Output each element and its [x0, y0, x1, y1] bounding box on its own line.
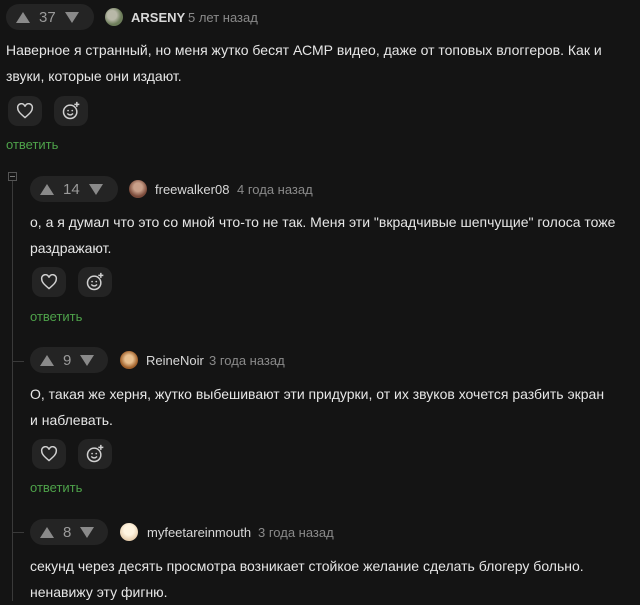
- reply-link[interactable]: ответить: [6, 137, 58, 152]
- avatar[interactable]: [120, 351, 138, 369]
- author-name[interactable]: freewalker08: [155, 182, 229, 197]
- upvote-icon[interactable]: [40, 354, 54, 366]
- like-button[interactable]: [8, 96, 42, 126]
- author-name[interactable]: ReineNoir: [146, 353, 204, 368]
- vote-count: 9: [63, 351, 72, 369]
- reply-link[interactable]: ответить: [30, 480, 82, 495]
- comment-text: О, такая же херня, жутко выбешивают эти …: [30, 386, 605, 428]
- like-button[interactable]: [32, 267, 66, 297]
- vote-control: 14: [30, 176, 118, 202]
- collapse-icon[interactable]: [8, 172, 17, 181]
- author-name[interactable]: myfeetareinmouth: [147, 525, 251, 540]
- thread-branch: [12, 532, 24, 533]
- timestamp[interactable]: 3 года назад: [258, 525, 334, 540]
- thread-line: [12, 180, 13, 601]
- vote-control: 9: [30, 347, 108, 373]
- avatar[interactable]: [129, 180, 147, 198]
- vote-count: 14: [63, 180, 80, 198]
- comment-text: о, а я думал что это со мной что-то не т…: [30, 214, 616, 256]
- reaction-button[interactable]: [54, 96, 88, 126]
- reaction-button[interactable]: [78, 439, 112, 469]
- heart-icon: [40, 446, 58, 462]
- vote-control: 37: [6, 4, 94, 30]
- reaction-button[interactable]: [78, 267, 112, 297]
- comment-text: Наверное я странный, но меня жутко бесят…: [6, 42, 602, 84]
- smile-plus-icon: [86, 444, 104, 463]
- smile-plus-icon: [62, 101, 80, 120]
- downvote-icon[interactable]: [80, 354, 95, 366]
- upvote-icon[interactable]: [16, 11, 30, 23]
- downvote-icon[interactable]: [88, 183, 103, 195]
- timestamp[interactable]: 3 года назад: [209, 353, 285, 368]
- avatar[interactable]: [120, 523, 138, 541]
- vote-count: 8: [63, 523, 72, 541]
- avatar[interactable]: [105, 8, 123, 26]
- upvote-icon[interactable]: [40, 183, 54, 195]
- vote-control: 8: [30, 519, 108, 545]
- author-name[interactable]: ARSENY: [131, 10, 185, 25]
- like-button[interactable]: [32, 439, 66, 469]
- heart-icon: [40, 274, 58, 290]
- vote-count: 37: [39, 8, 56, 26]
- smile-plus-icon: [86, 272, 104, 291]
- downvote-icon[interactable]: [80, 526, 95, 538]
- timestamp[interactable]: 4 года назад: [237, 182, 313, 197]
- upvote-icon[interactable]: [40, 526, 54, 538]
- comment-text: секунд через десять просмотра возникает …: [30, 558, 584, 600]
- timestamp[interactable]: 5 лет назад: [188, 10, 258, 25]
- reply-link[interactable]: ответить: [30, 309, 82, 324]
- thread-branch: [12, 361, 24, 362]
- heart-icon: [16, 103, 34, 119]
- downvote-icon[interactable]: [64, 11, 79, 23]
